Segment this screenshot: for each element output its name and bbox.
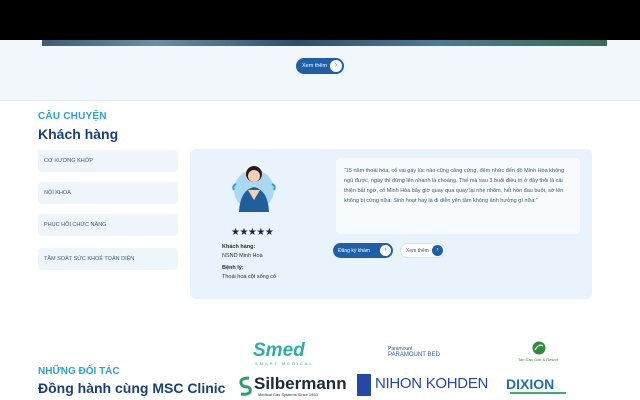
paramount-logo: PARAMOUNT BED — [388, 352, 440, 358]
partners-kicker: NHỮNG ĐỐI TÁC — [38, 366, 120, 377]
register-button[interactable]: Đăng ký khám › — [333, 243, 393, 258]
category-tab-health-screening[interactable]: TẦM SOÁT SỨC KHOẺ TOÀN DIỆN — [38, 248, 178, 270]
customer-name: NSND Minh Hoà — [222, 253, 263, 259]
golf-leaf-icon — [532, 341, 546, 355]
golf-logo: Tan Dao Golf & Resort — [518, 357, 559, 362]
see-more-label: Xem thêm — [302, 63, 328, 69]
silbermann-logo: Silbermann — [254, 374, 347, 393]
view-more-label: Xem thêm — [406, 247, 429, 254]
silbermann-icon — [239, 376, 252, 396]
dixion-logo: DIXION — [506, 376, 555, 392]
category-tab-internal-medicine[interactable]: NỘI KHOA — [38, 182, 178, 204]
condition-label: Bệnh lý: — [222, 265, 244, 271]
view-more-button[interactable]: Xem thêm › — [400, 243, 446, 258]
smed-logo: Smed — [253, 340, 305, 361]
see-more-button[interactable]: Xem thêm › — [296, 58, 344, 74]
arrow-right-icon: › — [432, 245, 443, 256]
nihon-kohden-icon — [357, 374, 371, 396]
partners-title: Đồng hành cùng MSC Clinic — [38, 380, 226, 396]
testimonial-quote: “15 năm thoái hóa, cổ vai gáy lúc nào cũ… — [336, 158, 580, 234]
rating-stars: ★★★★★ — [231, 227, 274, 238]
hero-image-strip — [42, 40, 607, 46]
customer-avatar — [232, 166, 276, 212]
top-black-bar — [0, 0, 640, 40]
silbermann-subtitle: Medical Gas Systems Since 1953 — [258, 392, 318, 397]
category-tab-rehabilitation[interactable]: PHỤC HỒI CHỨC NĂNG — [38, 214, 178, 236]
stories-title: Khách hàng — [38, 126, 119, 142]
register-label: Đăng ký khám — [338, 247, 370, 254]
section-divider — [0, 100, 640, 101]
customer-label: Khách hàng: — [222, 244, 256, 250]
smed-subtitle: SMART MEDICAL — [255, 361, 314, 366]
arrow-right-icon: › — [330, 60, 342, 72]
stories-kicker: CÂU CHUYỆN — [38, 111, 107, 122]
category-tab-musculoskeletal[interactable]: CƠ XƯƠNG KHỚP — [38, 150, 178, 172]
nihon-kohden-logo: NIHON KOHDEN — [375, 375, 489, 392]
condition-value: Thoái hoá cột sống cổ — [222, 274, 277, 280]
dixion-underline — [510, 392, 566, 394]
arrow-right-icon: › — [380, 245, 391, 256]
